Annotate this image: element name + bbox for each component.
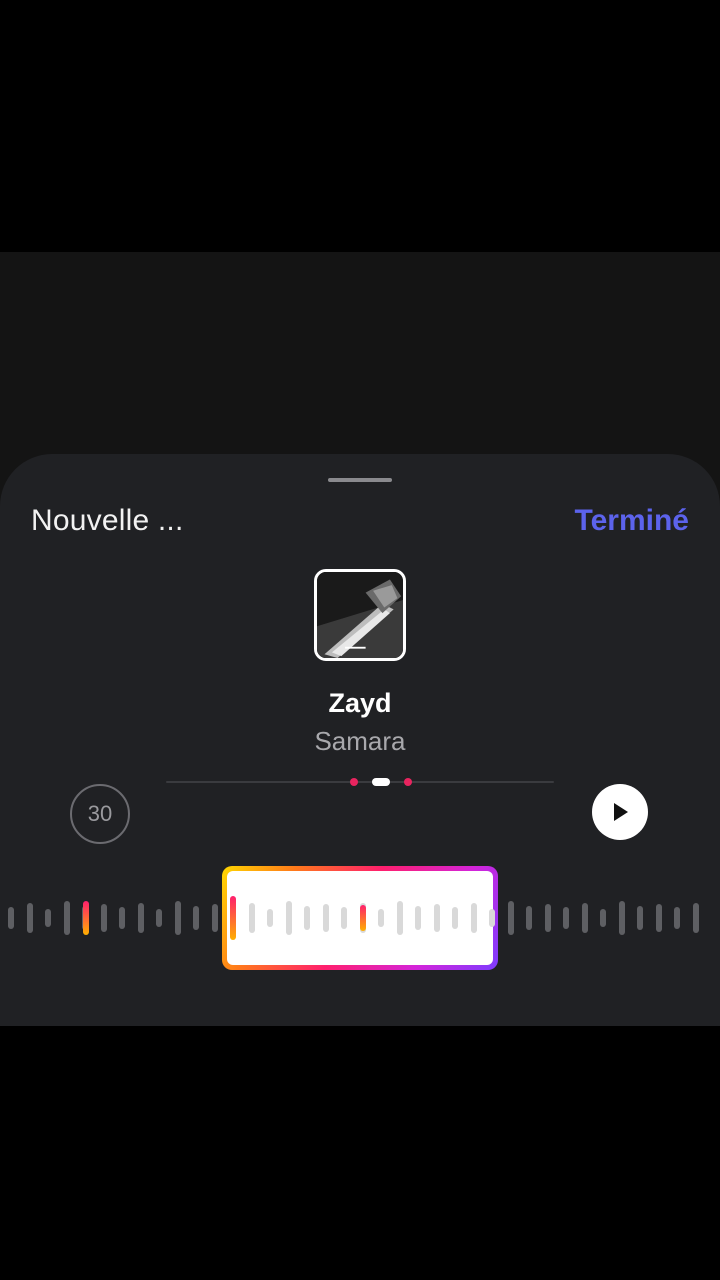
album-cover	[314, 569, 406, 661]
waveform-bar	[174, 901, 181, 935]
sheet-title: Nouvelle ...	[31, 504, 184, 537]
waveform-bar	[63, 901, 70, 935]
waveform-bar	[322, 904, 329, 932]
waveform-bar	[119, 907, 125, 929]
waveform-bar	[8, 907, 14, 929]
waveform-bar	[156, 909, 162, 927]
waveform-bar	[544, 904, 551, 932]
waveform-bar	[507, 901, 514, 935]
waveform-bar	[26, 903, 33, 933]
play-icon	[614, 803, 628, 821]
waveform-bar	[341, 907, 347, 929]
waveform-bar	[211, 904, 218, 932]
waveform-bar	[581, 903, 588, 933]
waveform-bar	[396, 901, 403, 935]
waveform-bar	[304, 906, 310, 930]
album-cover-image	[317, 572, 403, 658]
waveform-bar	[655, 904, 662, 932]
playhead-marker	[360, 905, 366, 931]
waveform-bar	[433, 904, 440, 932]
waveform-bar	[378, 909, 384, 927]
song-title: Zayd	[328, 688, 392, 718]
waveform-bar	[100, 904, 107, 932]
waveform-bar	[267, 909, 273, 927]
done-button[interactable]: Terminé	[575, 504, 689, 538]
play-button[interactable]	[592, 784, 648, 840]
sheet-grabber-handle[interactable]	[328, 478, 392, 482]
waveform-bar	[489, 909, 495, 927]
waveform-bar	[600, 909, 606, 927]
waveform-bar	[563, 907, 569, 929]
audio-waveform[interactable]	[0, 866, 720, 970]
clip-duration-button[interactable]: 30	[70, 784, 130, 844]
song-artist: Samara	[314, 726, 406, 756]
waveform-bar	[452, 907, 458, 929]
playhead-marker	[83, 901, 89, 935]
waveform-bar	[692, 903, 699, 933]
waveform-bar	[193, 906, 199, 930]
waveform-bar	[45, 909, 51, 927]
waveform-bar	[470, 903, 477, 933]
waveform-bar	[674, 907, 680, 929]
waveform-bar	[137, 903, 144, 933]
waveform-bar	[415, 906, 421, 930]
waveform-bar	[637, 906, 643, 930]
waveform-bar	[618, 901, 625, 935]
waveform-bar	[248, 903, 255, 933]
clip-position-track[interactable]	[166, 781, 554, 783]
clip-position-indicator[interactable]	[372, 778, 390, 786]
music-editor-sheet: Nouvelle ... Terminé Zayd Samara 30	[0, 454, 720, 1026]
screen: Nouvelle ... Terminé Zayd Samara 30	[0, 0, 720, 1280]
clip-marker-dot	[350, 778, 358, 786]
clip-duration-label: 30	[87, 801, 113, 826]
waveform-bar	[526, 906, 532, 930]
waveform-bar	[285, 901, 292, 935]
playhead-marker	[230, 896, 236, 940]
clip-marker-dot	[404, 778, 412, 786]
